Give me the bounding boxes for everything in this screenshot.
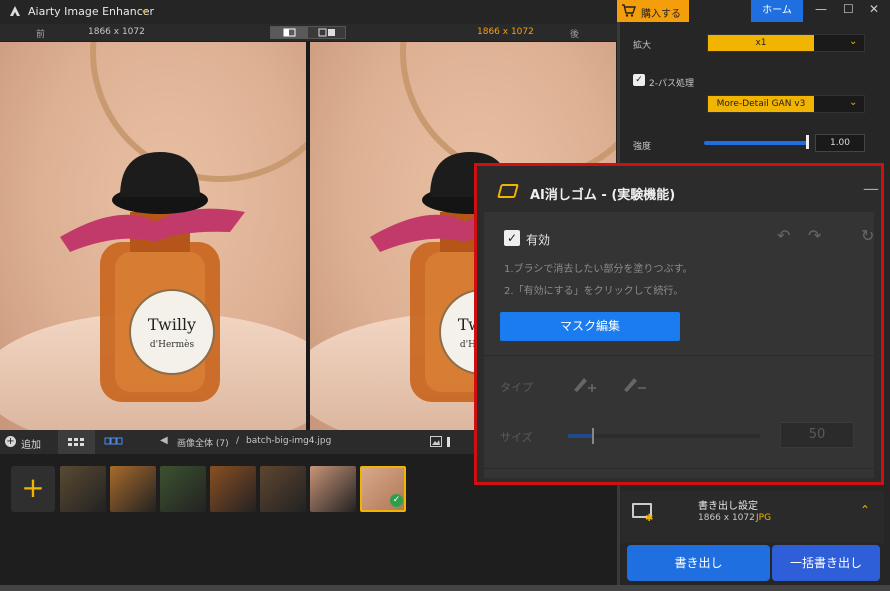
side-by-side-view-icon[interactable]	[309, 27, 346, 38]
view-mode-toggle[interactable]	[270, 26, 346, 39]
app-logo-icon	[10, 6, 20, 16]
list-view-button[interactable]	[95, 430, 132, 454]
thumbnail-burger[interactable]	[210, 466, 256, 512]
thumbnail-woman[interactable]	[310, 466, 356, 512]
before-label: 前	[36, 30, 46, 40]
thumbnail-potion[interactable]	[160, 466, 206, 512]
undo-icon[interactable]: ↶	[777, 226, 790, 245]
instruction-step-1: 1.ブラシで消去したい部分を塗りつぶす。	[504, 264, 693, 275]
app-menu-chevron-icon[interactable]: ⌄	[140, 3, 149, 16]
eraser-icon	[497, 184, 519, 198]
svg-text:d'Hermès: d'Hermès	[150, 339, 195, 350]
scale-label: 拡大	[633, 41, 652, 51]
back-arrow-icon[interactable]: ◀	[160, 435, 168, 446]
batch-export-button[interactable]: 一括書き出し	[772, 545, 880, 581]
grid-view-button[interactable]	[58, 430, 95, 454]
model-select[interactable]: More-Detail GAN v3 ⌄	[707, 95, 865, 113]
original-image-pane[interactable]: Twilly d'Hermès	[0, 42, 306, 430]
edit-mask-button[interactable]: マスク編集	[500, 312, 680, 341]
cart-icon	[622, 4, 636, 17]
strength-slider[interactable]	[704, 141, 808, 145]
buy-label: 購入する	[641, 9, 681, 20]
breadcrumb-all-images[interactable]: 画像全体 (7)	[177, 436, 229, 449]
filmstrip-icon	[104, 437, 123, 445]
home-button[interactable]: ホーム	[751, 0, 803, 22]
strength-slider-handle[interactable]	[806, 135, 809, 149]
divider	[484, 355, 874, 356]
window-bottom-edge	[0, 585, 890, 591]
export-settings-card[interactable]: ✱ 書き出し設定 1866 x 1072 JPG ⌃	[620, 491, 884, 543]
strength-label: 強度	[633, 142, 652, 152]
strength-value-input[interactable]: 1.00	[815, 134, 865, 152]
breadcrumb-separator: /	[236, 436, 240, 446]
brush-size-handle[interactable]	[592, 428, 594, 444]
gear-icon: ✱	[645, 513, 654, 524]
left-resolution: 1866 x 1072	[88, 27, 145, 37]
brush-size-input[interactable]: 50	[780, 422, 854, 448]
minimize-icon[interactable]: —	[815, 2, 827, 16]
chevron-down-icon: ⌄	[849, 97, 858, 108]
buy-button[interactable]: 購入する	[617, 0, 689, 22]
app-title: Aiarty Image Enhancer	[28, 5, 155, 18]
ai-eraser-body: ✓ 有効 ↶ ↷ ↻ 1.ブラシで消去したい部分を塗りつぶす。 2.「有効にする…	[484, 212, 874, 478]
scale-select[interactable]: x1 ⌄	[707, 34, 865, 52]
right-resolution: 1866 x 1072	[477, 27, 534, 37]
export-resolution: 1866 x 1072	[698, 513, 755, 523]
perfume-bottle-image: Twilly d'Hermès	[60, 152, 245, 402]
compare-bar: 前 1866 x 1072 1866 x 1072 後	[0, 24, 617, 41]
svg-text:Twilly: Twilly	[148, 315, 196, 334]
add-circle-icon[interactable]: +	[5, 436, 16, 447]
thumbnail-size-slider[interactable]	[447, 437, 450, 447]
thumbnail-butterfly[interactable]	[60, 466, 106, 512]
enable-checkbox[interactable]: ✓	[504, 230, 520, 246]
split-view-button[interactable]	[271, 27, 308, 38]
thumbnail-tiger[interactable]	[110, 466, 156, 512]
add-image-button[interactable]: 追加	[21, 436, 41, 451]
instruction-step-2: 2.「有効にする」をクリックして続行。	[504, 286, 684, 297]
brush-erase-icon[interactable]	[622, 372, 648, 394]
grid-icon	[68, 438, 84, 446]
export-settings-title: 書き出し設定	[698, 501, 758, 512]
two-pass-checkbox[interactable]: ✓	[633, 74, 645, 86]
add-images-button[interactable]: +	[11, 466, 55, 512]
brush-type-label: タイプ	[500, 381, 533, 394]
model-value: More-Detail GAN v3	[708, 96, 814, 112]
collapse-icon[interactable]: —	[863, 179, 879, 198]
chevron-down-icon: ⌄	[849, 36, 858, 47]
reset-icon[interactable]: ↻	[861, 226, 874, 245]
ai-eraser-header: AI消しゴム - (実験機能) —	[477, 166, 881, 212]
chevron-up-icon[interactable]: ⌃	[860, 503, 870, 517]
image-size-icon	[430, 436, 442, 447]
maximize-icon[interactable]: ☐	[843, 2, 854, 16]
ai-eraser-panel: AI消しゴム - (実験機能) — ✓ 有効 ↶ ↷ ↻ 1.ブラシで消去したい…	[474, 163, 884, 485]
brush-add-icon[interactable]	[572, 372, 598, 394]
scale-value: x1	[708, 35, 814, 51]
export-button[interactable]: 書き出し	[627, 545, 770, 581]
divider	[484, 468, 874, 469]
redo-icon[interactable]: ↷	[808, 226, 821, 245]
after-label: 後	[570, 30, 580, 40]
ai-eraser-title: AI消しゴム - (実験機能)	[530, 188, 676, 203]
brush-size-fill	[568, 434, 592, 438]
two-pass-label: 2-パス処理	[649, 79, 694, 89]
selected-check-icon: ✓	[390, 494, 403, 507]
breadcrumb-current-file: batch-big-img4.jpg	[246, 436, 332, 446]
close-icon[interactable]: ✕	[869, 2, 879, 16]
brush-size-slider[interactable]	[568, 428, 760, 444]
brush-size-label: サイズ	[500, 431, 533, 444]
export-format: JPG	[756, 513, 772, 523]
enable-label: 有効	[526, 233, 551, 247]
thumbnail-dog[interactable]	[260, 466, 306, 512]
